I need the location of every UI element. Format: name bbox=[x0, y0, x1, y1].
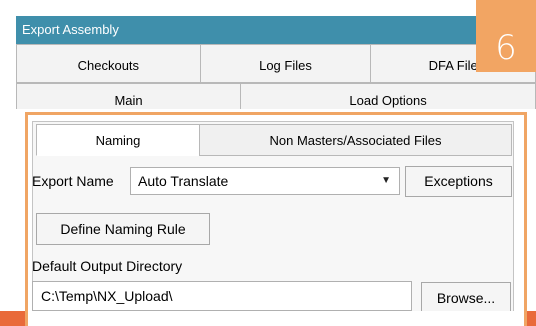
export-name-select[interactable]: Auto Translate ▼ bbox=[130, 167, 400, 195]
tab-non-masters-associated-files[interactable]: Non Masters/Associated Files bbox=[199, 124, 512, 156]
tab-main[interactable]: Main bbox=[16, 83, 242, 109]
tab-checkouts[interactable]: Checkouts bbox=[16, 44, 201, 83]
dropdown-arrow-icon: ▼ bbox=[381, 175, 391, 186]
tab-row-top: Checkouts Log Files DFA File bbox=[16, 44, 536, 83]
exceptions-button[interactable]: Exceptions bbox=[405, 166, 512, 197]
window-title-bar: Export Assembly bbox=[16, 16, 536, 44]
define-naming-rule-button[interactable]: Define Naming Rule bbox=[36, 213, 210, 245]
browse-button[interactable]: Browse... bbox=[421, 282, 511, 314]
export-name-value: Auto Translate bbox=[138, 173, 229, 189]
window-title: Export Assembly bbox=[22, 22, 119, 37]
panel-bottom-gap bbox=[25, 311, 527, 326]
tab-naming[interactable]: Naming bbox=[36, 124, 200, 156]
step-callout-badge: 6 bbox=[476, 0, 536, 72]
export-name-label: Export Name bbox=[32, 173, 114, 189]
output-directory-label: Default Output Directory bbox=[32, 258, 183, 274]
tab-load-options[interactable]: Load Options bbox=[240, 83, 536, 109]
tab-log-files[interactable]: Log Files bbox=[199, 44, 372, 83]
tab-row-bottom: Main Load Options bbox=[16, 83, 536, 109]
output-directory-field[interactable]: C:\Temp\NX_Upload\ bbox=[32, 281, 412, 311]
